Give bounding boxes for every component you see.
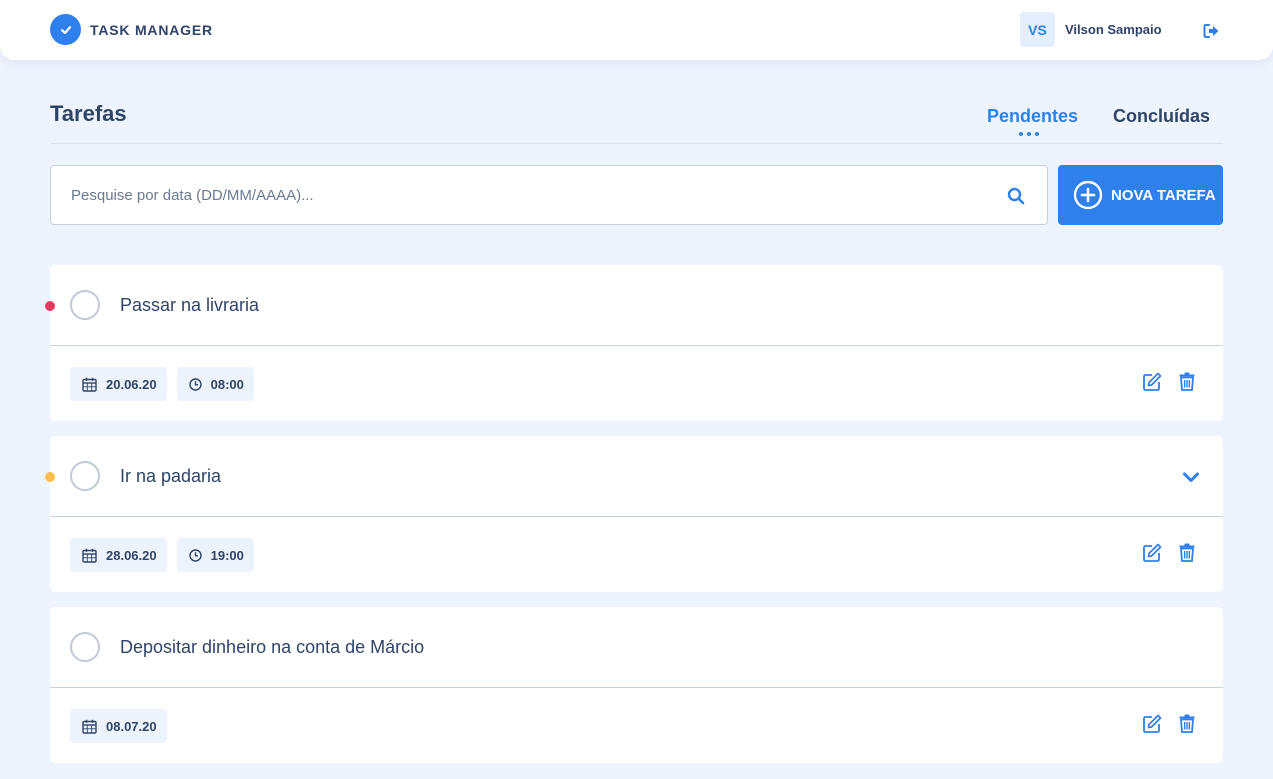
- edit-icon[interactable]: [1142, 714, 1162, 734]
- avatar: VS: [1020, 12, 1055, 47]
- calendar-icon: [82, 377, 97, 392]
- brand: TASK MANAGER: [50, 14, 213, 45]
- app-title: TASK MANAGER: [90, 21, 213, 38]
- edit-icon[interactable]: [1142, 543, 1162, 563]
- task-card: Ir na padaria 28.06.20 19:00: [45, 436, 1223, 592]
- new-task-button[interactable]: NOVA TAREFA: [1058, 165, 1223, 225]
- check-circle-icon: [50, 14, 81, 45]
- user-profile[interactable]: VS Vilson Sampaio: [1020, 12, 1162, 47]
- task-divider: [50, 516, 1223, 517]
- complete-task-checkbox[interactable]: [70, 461, 100, 491]
- edit-icon[interactable]: [1142, 372, 1162, 392]
- new-task-label: NOVA TAREFA: [1111, 186, 1216, 204]
- task-time-chip: 08:00: [176, 367, 254, 401]
- task-title: Passar na livraria: [120, 295, 260, 315]
- task-title: Ir na padaria: [120, 466, 222, 486]
- plus-circle-icon: [1073, 180, 1103, 210]
- chevron-down-icon[interactable]: [1181, 467, 1201, 487]
- task-divider: [50, 345, 1223, 346]
- task-time: 08:00: [210, 376, 244, 392]
- calendar-icon: [82, 548, 97, 563]
- task-date-chip: 28.06.20: [70, 538, 167, 572]
- search-input[interactable]: [71, 166, 971, 224]
- task-card: Depositar dinheiro na conta de Márcio 08…: [50, 607, 1223, 763]
- user-name: Vilson Sampaio: [1065, 22, 1162, 37]
- tab-completed[interactable]: Concluídas: [1113, 106, 1210, 127]
- trash-icon[interactable]: [1179, 372, 1195, 391]
- search-icon[interactable]: [1007, 187, 1025, 205]
- task-date: 20.06.20: [106, 376, 157, 392]
- task-date-chip: 20.06.20: [70, 367, 167, 401]
- task-time-chip: 19:00: [176, 538, 254, 572]
- tab-pending[interactable]: Pendentes: [987, 106, 1078, 127]
- clock-icon: [188, 548, 202, 562]
- task-divider: [50, 687, 1223, 688]
- priority-high-indicator: [45, 301, 55, 311]
- active-tab-indicator: [1019, 132, 1039, 136]
- task-card: Passar na livraria 20.06.20 08:00: [45, 265, 1223, 421]
- task-date-chip: 08.07.20: [70, 709, 167, 743]
- priority-medium-indicator: [45, 472, 55, 482]
- sign-out-icon[interactable]: [1202, 22, 1220, 40]
- divider: [50, 143, 1223, 144]
- task-title: Depositar dinheiro na conta de Márcio: [120, 637, 425, 657]
- task-time: 19:00: [210, 547, 244, 563]
- complete-task-checkbox[interactable]: [70, 632, 100, 662]
- complete-task-checkbox[interactable]: [70, 290, 100, 320]
- top-bar: TASK MANAGER VS Vilson Sampaio: [0, 0, 1273, 60]
- clock-icon: [188, 377, 202, 391]
- page-title: Tarefas: [50, 101, 127, 126]
- calendar-icon: [82, 719, 97, 734]
- task-date: 28.06.20: [106, 547, 157, 563]
- task-date: 08.07.20: [106, 718, 157, 734]
- trash-icon[interactable]: [1179, 543, 1195, 562]
- search-box: [50, 165, 1048, 225]
- trash-icon[interactable]: [1179, 714, 1195, 733]
